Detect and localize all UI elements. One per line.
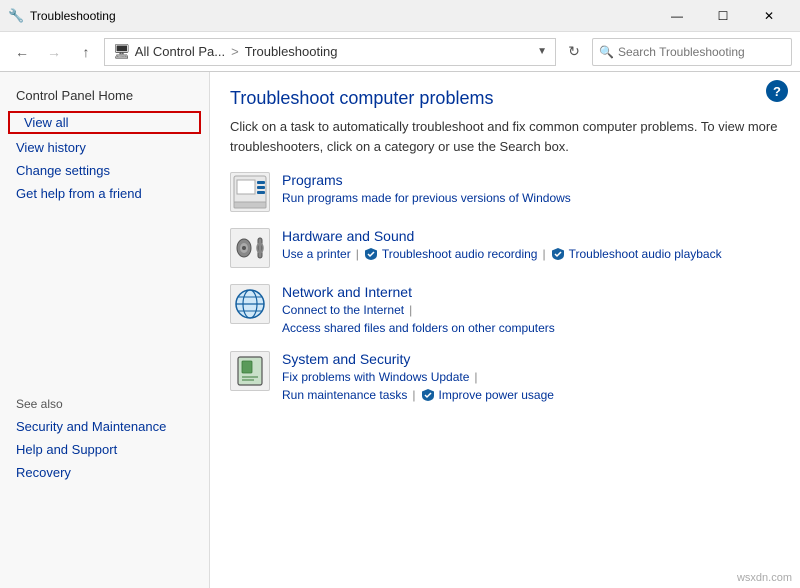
path-icon: 🖥 — [113, 43, 131, 60]
category-link-fix-windows-update[interactable]: Fix problems with Windows Update — [282, 370, 469, 384]
help-button[interactable]: ? — [766, 80, 788, 102]
sidebar-item-get-help[interactable]: Get help from a friend — [0, 182, 209, 205]
up-button[interactable]: ↑ — [72, 38, 100, 66]
separator: | — [542, 247, 545, 261]
category-title-hardware-sound[interactable]: Hardware and Sound — [282, 228, 780, 244]
forward-button[interactable]: → — [40, 38, 68, 66]
category-link-run-programs[interactable]: Run programs made for previous versions … — [282, 191, 571, 205]
address-bar: ← → ↑ 🖥 All Control Pa... > Troubleshoot… — [0, 32, 800, 72]
content-title: Troubleshoot computer problems — [230, 88, 780, 109]
category-title-programs[interactable]: Programs — [282, 172, 780, 188]
search-input[interactable] — [618, 45, 785, 59]
category-icon-programs — [230, 172, 270, 212]
watermark: wsxdn.com — [737, 572, 792, 584]
window-controls: — ☐ ✕ — [654, 0, 792, 32]
refresh-button[interactable]: ↻ — [560, 38, 588, 66]
separator: | — [356, 247, 359, 261]
category-programs: Programs Run programs made for previous v… — [230, 172, 780, 212]
category-link-run-maintenance[interactable]: Run maintenance tasks — [282, 388, 407, 402]
category-link-connect-internet[interactable]: Connect to the Internet — [282, 303, 404, 317]
separator: | — [412, 388, 415, 402]
category-system-security: System and Security Fix problems with Win… — [230, 351, 780, 402]
sidebar-seealso-help-support[interactable]: Help and Support — [0, 438, 209, 461]
back-button[interactable]: ← — [8, 38, 36, 66]
category-link-use-printer[interactable]: Use a printer — [282, 247, 351, 261]
category-network-internet: Network and Internet Connect to the Inter… — [230, 284, 780, 335]
category-link-improve-power[interactable]: Improve power usage — [439, 388, 554, 402]
category-hardware-sound: Hardware and Sound Use a printer | Troubles… — [230, 228, 780, 268]
sidebar-item-view-history[interactable]: View history — [0, 136, 209, 159]
search-box[interactable]: 🔍 — [592, 38, 792, 66]
search-icon: 🔍 — [599, 45, 614, 59]
path-dropdown-icon[interactable]: ▼ — [537, 46, 547, 57]
main-layout: Control Panel Home View allView historyC… — [0, 72, 800, 588]
category-icon-system-security — [230, 351, 270, 391]
category-link-troubleshoot-audio-rec[interactable]: Troubleshoot audio recording — [382, 247, 538, 261]
separator: | — [474, 370, 477, 384]
sidebar-seealso-recovery[interactable]: Recovery — [0, 461, 209, 484]
path-current: Troubleshooting — [245, 44, 338, 59]
shield-icon-troubleshoot-audio-play — [551, 247, 567, 261]
sidebar-item-change-settings[interactable]: Change settings — [0, 159, 209, 182]
path-prefix: All Control Pa... — [135, 44, 225, 59]
category-link-troubleshoot-audio-play[interactable]: Troubleshoot audio playback — [569, 247, 722, 261]
maximize-button[interactable]: ☐ — [700, 0, 746, 32]
see-also-title: See also — [0, 385, 209, 415]
category-icon-hardware-sound — [230, 228, 270, 268]
close-button[interactable]: ✕ — [746, 0, 792, 32]
separator: | — [409, 303, 412, 317]
category-title-system-security[interactable]: System and Security — [282, 351, 780, 367]
category-icon-network-internet — [230, 284, 270, 324]
shield-icon-troubleshoot-audio-rec — [364, 247, 380, 261]
sidebar: Control Panel Home View allView historyC… — [0, 72, 210, 588]
app-icon: 🔧 — [8, 8, 24, 24]
sidebar-home[interactable]: Control Panel Home — [0, 84, 209, 107]
window-title: Troubleshooting — [30, 9, 654, 23]
title-bar: 🔧 Troubleshooting — ☐ ✕ — [0, 0, 800, 32]
path-separator: > — [231, 44, 239, 59]
minimize-button[interactable]: — — [654, 0, 700, 32]
category-title-network-internet[interactable]: Network and Internet — [282, 284, 780, 300]
shield-icon-improve-power — [421, 388, 437, 402]
category-link-access-shared[interactable]: Access shared files and folders on other… — [282, 321, 555, 335]
sidebar-item-view-all[interactable]: View all — [8, 111, 201, 134]
content-area: ? Troubleshoot computer problems Click o… — [210, 72, 800, 588]
address-path[interactable]: 🖥 All Control Pa... > Troubleshooting ▼ — [104, 38, 556, 66]
content-description: Click on a task to automatically trouble… — [230, 117, 780, 156]
sidebar-seealso-security[interactable]: Security and Maintenance — [0, 415, 209, 438]
